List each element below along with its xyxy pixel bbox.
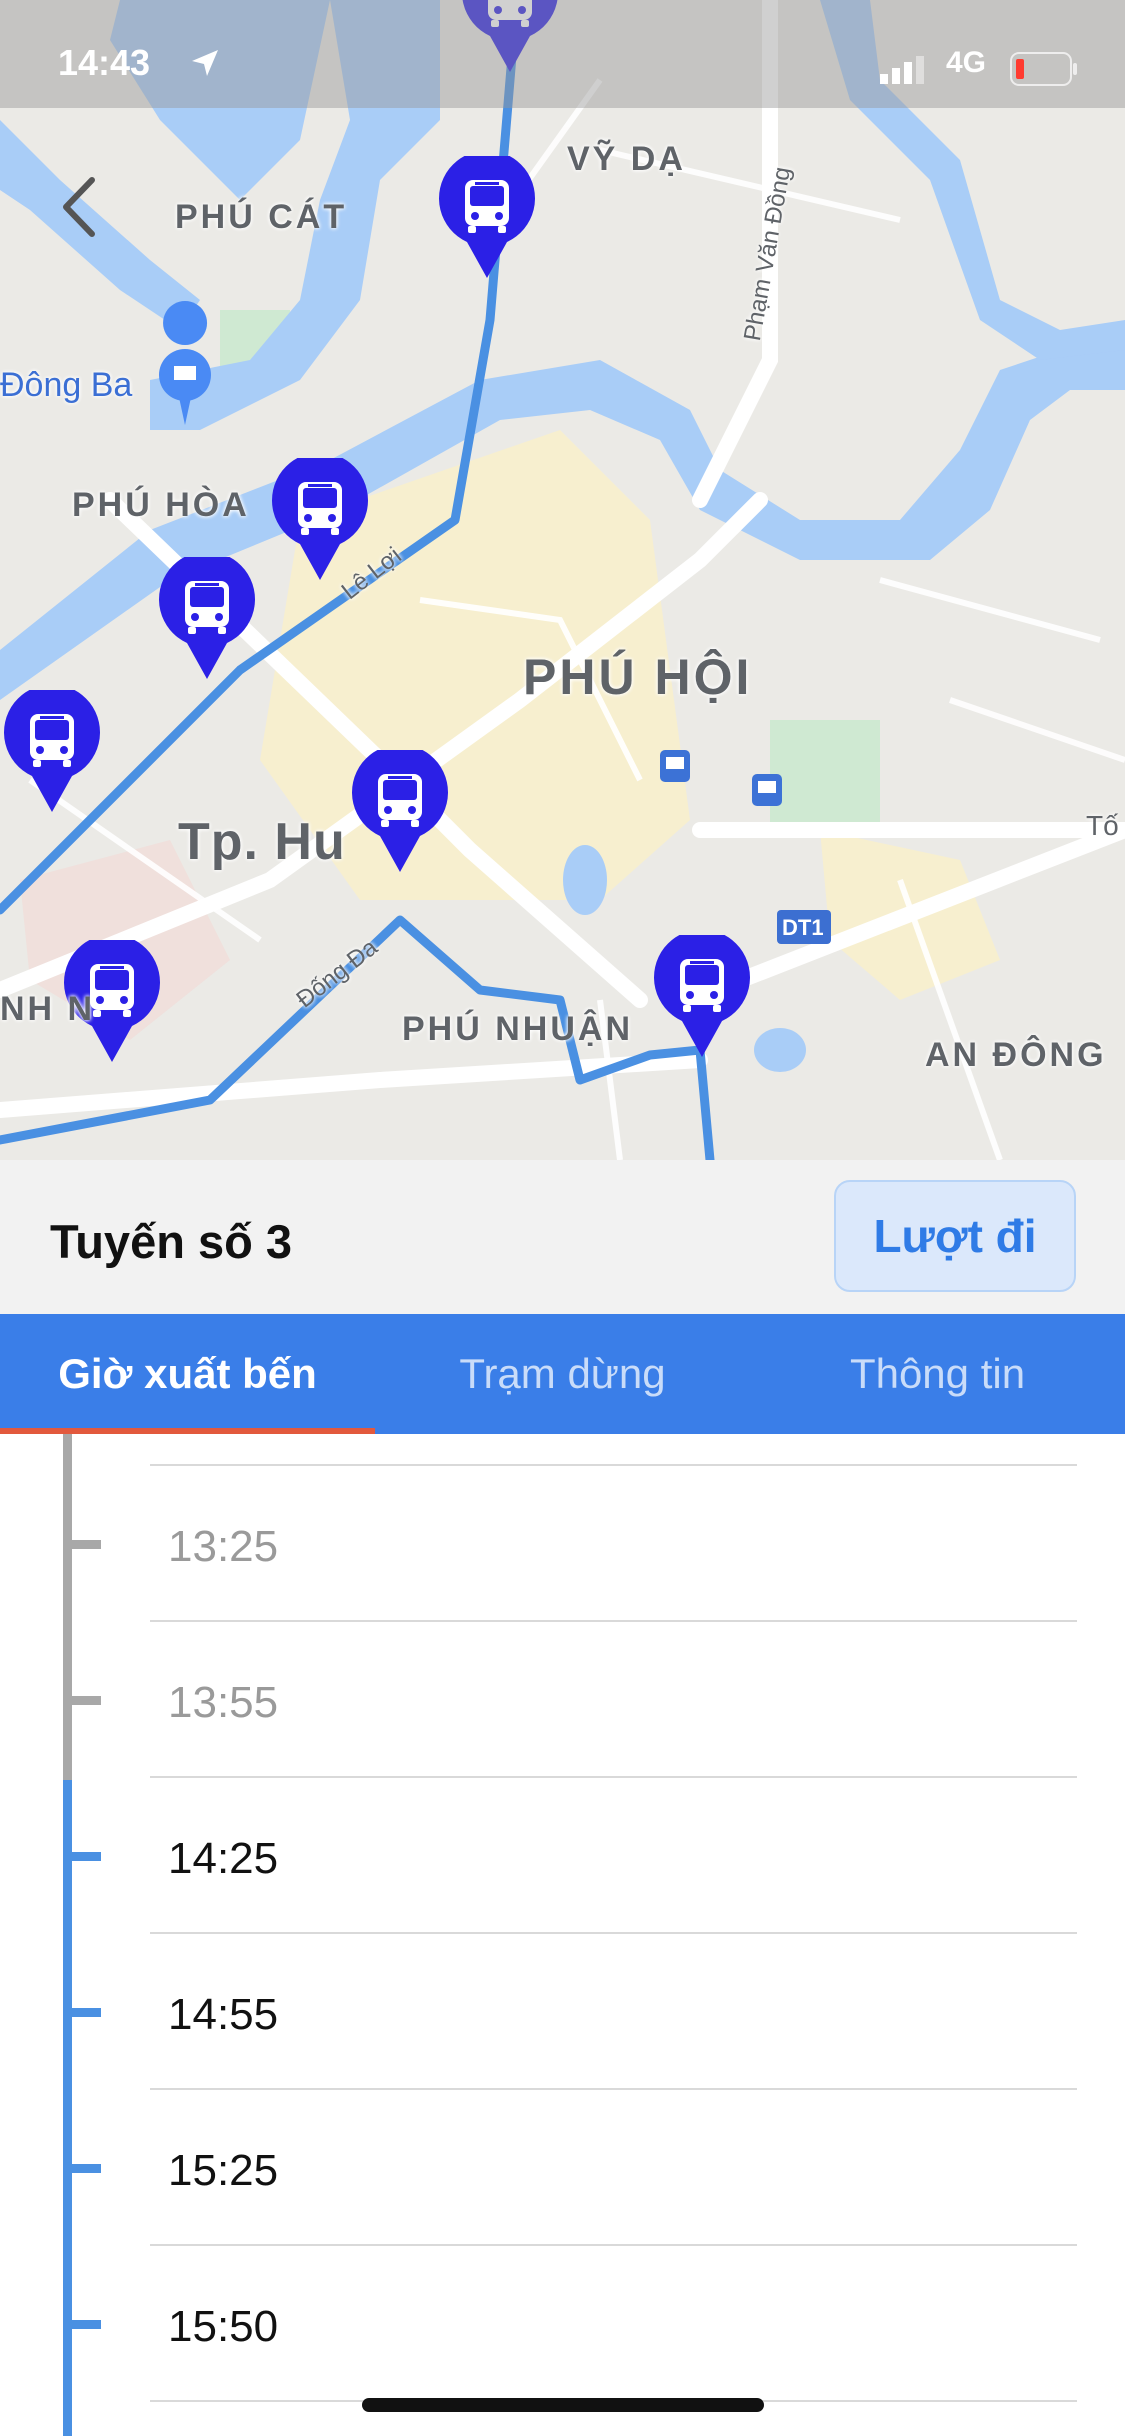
departure-time: 13:55 bbox=[168, 1678, 279, 1727]
timeline-tick bbox=[63, 2008, 101, 2017]
departure-row[interactable]: 15:25 bbox=[0, 2090, 1125, 2246]
status-bar: 14:43 4G bbox=[0, 0, 1125, 108]
departure-row[interactable]: 13:25 bbox=[0, 1466, 1125, 1622]
map-label-phu-nhuan: PHÚ NHUẬN bbox=[402, 1010, 633, 1048]
battery-low-icon bbox=[1010, 52, 1077, 86]
map-label-phu-cat: PHÚ CÁT bbox=[175, 198, 348, 236]
bus-stop-marker-icon[interactable] bbox=[270, 458, 370, 582]
route-title: Tuyến số 3 bbox=[50, 1215, 293, 1268]
tab-info[interactable]: Thông tin bbox=[750, 1314, 1125, 1434]
map-label-to: Tố bbox=[1086, 810, 1119, 841]
route-map[interactable]: VỸ DẠ PHÚ CÁT Đông Ba PHÚ HÒA PHÚ HỘI Tp… bbox=[0, 0, 1125, 1160]
departure-time: 14:25 bbox=[168, 1834, 279, 1883]
timeline-tick bbox=[63, 2164, 101, 2173]
location-arrow-icon bbox=[192, 50, 218, 76]
home-indicator bbox=[362, 2398, 764, 2412]
direction-toggle-button[interactable]: Lượt đi bbox=[834, 1180, 1076, 1292]
departure-row[interactable]: 14:25 bbox=[0, 1778, 1125, 1934]
bus-stop-marker-icon[interactable] bbox=[350, 750, 450, 874]
map-label-nh-n: NH N bbox=[0, 990, 96, 1028]
bus-stop-marker-icon[interactable] bbox=[2, 690, 102, 814]
timeline-tick bbox=[63, 2320, 101, 2329]
timeline-tick bbox=[63, 1540, 101, 1549]
tab-bar: Giờ xuất bến Trạm dừng Thông tin bbox=[0, 1314, 1125, 1434]
departure-time: 15:25 bbox=[168, 2146, 279, 2195]
tab-stops[interactable]: Trạm dừng bbox=[375, 1314, 750, 1434]
map-label-tp-hue: Tp. Hu bbox=[178, 813, 346, 871]
timeline-tick bbox=[63, 1696, 101, 1705]
map-label-vy-da: VỸ DẠ bbox=[567, 140, 686, 178]
signal-icon bbox=[880, 56, 924, 84]
departure-row[interactable]: 15:50 bbox=[0, 2246, 1125, 2402]
timeline-tick bbox=[63, 1852, 101, 1861]
route-header: Tuyến số 3 Lượt đi bbox=[0, 1160, 1125, 1314]
departure-time: 13:25 bbox=[168, 1522, 279, 1571]
departure-timeline[interactable]: 13:25 13:55 14:25 14:55 15:25 15:50 bbox=[0, 1434, 1125, 2436]
bus-stop-marker-icon[interactable] bbox=[652, 935, 752, 1059]
bus-stop-marker-icon[interactable] bbox=[157, 557, 257, 681]
chevron-left-icon bbox=[63, 177, 95, 237]
bus-stop-marker-icon[interactable] bbox=[437, 156, 537, 280]
road-badge-label: DT1 bbox=[782, 915, 824, 940]
departure-time: 15:50 bbox=[168, 2302, 279, 2351]
tab-departure-times[interactable]: Giờ xuất bến bbox=[0, 1314, 375, 1434]
bus-stop-icon[interactable] bbox=[660, 750, 690, 782]
map-label-phu-hoi: PHÚ HỘI bbox=[523, 649, 753, 705]
map-label-an-dong: AN ĐÔNG bbox=[925, 1036, 1107, 1074]
map-label-dong-ba: Đông Ba bbox=[0, 366, 133, 404]
network-type: 4G bbox=[946, 46, 987, 79]
bus-stop-icon[interactable] bbox=[752, 774, 782, 806]
status-time: 14:43 bbox=[58, 42, 151, 83]
back-button[interactable] bbox=[52, 172, 112, 242]
departure-time: 14:55 bbox=[168, 1990, 279, 2039]
departure-row[interactable]: 14:55 bbox=[0, 1934, 1125, 2090]
departure-row[interactable]: 13:55 bbox=[0, 1622, 1125, 1778]
map-label-phu-hoa: PHÚ HÒA bbox=[72, 486, 250, 524]
